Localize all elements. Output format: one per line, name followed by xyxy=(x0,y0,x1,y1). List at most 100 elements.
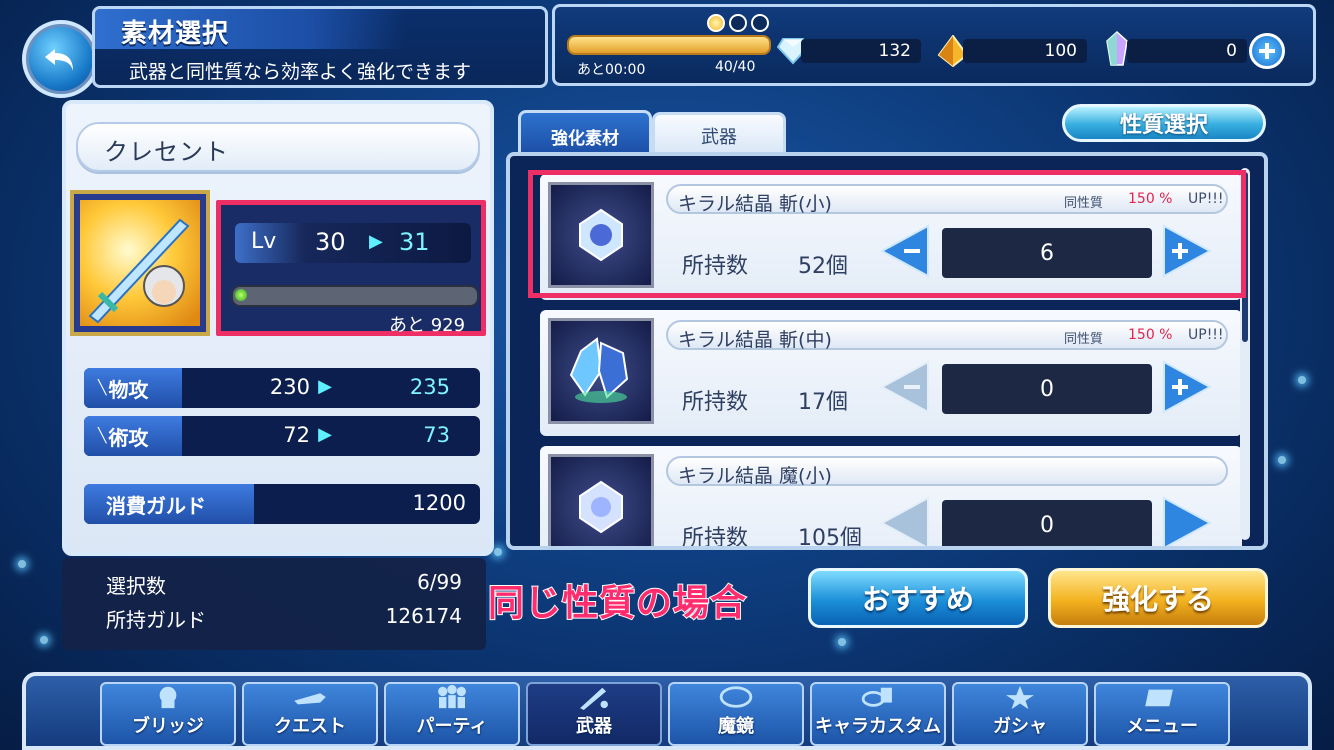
mirror-icon xyxy=(719,686,753,708)
owned-label: 所持数 xyxy=(682,254,749,279)
stat-arrow-icon: ▶ xyxy=(318,376,332,397)
owned-count: 52個 xyxy=(798,254,848,279)
weapon-icon xyxy=(580,687,608,710)
list-item: キラル結晶 斬(小) 同性質 150 % UP!!! 所持数 52個 6 xyxy=(540,174,1242,300)
increase-button[interactable] xyxy=(1162,496,1212,550)
level-label: Lv xyxy=(251,229,277,254)
level-highlight: Lv 30 ▶ 31 あと 929 xyxy=(216,200,486,336)
stamina-dot-icon xyxy=(729,14,747,32)
bottom-nav: ブリッジ クエスト パーティ 武器 魔鏡 キャラカスタム ガシャ メニュー xyxy=(22,672,1312,750)
decrease-button[interactable] xyxy=(880,496,930,550)
decrease-button[interactable] xyxy=(880,360,930,414)
nav-bridge[interactable]: ブリッジ xyxy=(100,682,236,746)
nav-label: 魔鏡 xyxy=(718,716,754,737)
back-button[interactable] xyxy=(22,20,100,98)
weapon-image xyxy=(80,200,200,326)
exp-bar-fill xyxy=(235,289,247,301)
increase-button[interactable] xyxy=(1162,360,1212,414)
sparkle xyxy=(1298,376,1306,384)
stat-from: 230 xyxy=(269,375,310,399)
level-to: 31 xyxy=(399,228,430,256)
increase-button[interactable] xyxy=(1162,224,1212,278)
crystal-count: 100 xyxy=(963,39,1087,63)
minus-icon xyxy=(904,249,920,253)
cost-value: 1200 xyxy=(412,491,466,515)
back-arrow-icon xyxy=(45,49,73,71)
gacha-icon xyxy=(1006,685,1034,710)
sparkle xyxy=(838,638,846,646)
stat-label: ╲ 物攻 xyxy=(84,368,182,408)
owned-label: 所持数 xyxy=(682,390,749,415)
nav-menu[interactable]: メニュー xyxy=(1094,682,1230,746)
sparkle xyxy=(18,560,26,568)
stat-to: 235 xyxy=(409,375,450,399)
sword-icon xyxy=(88,218,190,324)
item-thumbnail xyxy=(548,318,654,424)
enhance-button[interactable]: 強化する xyxy=(1048,568,1268,628)
character-name-plate: クレセント xyxy=(76,122,480,172)
item-name: キラル結晶 魔(小) xyxy=(678,465,832,487)
item-bonus-up: UP!!! xyxy=(1188,191,1224,207)
crystal-magic-icon xyxy=(579,480,623,534)
minus-icon xyxy=(904,385,920,389)
cost-label: 消費ガルド xyxy=(84,484,254,524)
nav-weapon[interactable]: 武器 xyxy=(526,682,662,746)
item-bonus-label: 同性質 xyxy=(1064,196,1104,211)
ring-icon xyxy=(861,687,892,707)
recommend-button[interactable]: おすすめ xyxy=(808,568,1028,628)
stat-from: 72 xyxy=(283,423,310,447)
nav-label: キャラカスタム xyxy=(815,716,941,737)
level-arrow-icon: ▶ xyxy=(369,231,383,252)
nav-label: 武器 xyxy=(576,716,612,737)
list-item: キラル結晶 斬(中) 同性質 150 % UP!!! 所持数 17個 0 xyxy=(540,310,1242,436)
gold-label: 所持ガルド xyxy=(106,608,206,632)
gold-value: 126174 xyxy=(385,604,462,628)
annotation-text: 同じ性質の場合 xyxy=(487,582,748,625)
scrollbar-thumb[interactable] xyxy=(1242,172,1248,342)
crystal-small-icon xyxy=(579,208,623,262)
status-panel: あと00:00 40/40 132 100 0 xyxy=(552,4,1316,86)
page-title: 素材選択 xyxy=(121,19,230,49)
airship-icon xyxy=(294,693,326,705)
stamina-dot-icon xyxy=(707,14,725,32)
stat-to: 73 xyxy=(423,423,450,447)
exp-remaining: あと 929 xyxy=(389,315,466,336)
owned-count: 17個 xyxy=(798,390,848,415)
nav-chara-custom[interactable]: キャラカスタム xyxy=(810,682,946,746)
stamina-bar xyxy=(567,35,771,55)
selected-value: 6/99 xyxy=(417,570,462,594)
quantity-input[interactable]: 0 xyxy=(942,500,1152,546)
stat-row-physical: ╲ 物攻 230 ▶ 235 xyxy=(84,368,480,408)
sparkle xyxy=(494,548,502,556)
plus-icon xyxy=(1259,43,1275,59)
material-list[interactable]: キラル結晶 斬(小) 同性質 150 % UP!!! 所持数 52個 6 キラル… xyxy=(506,152,1268,550)
add-currency-button[interactable] xyxy=(1249,33,1285,69)
page-subtitle: 武器と同性質なら効率よく強化できます xyxy=(129,61,472,83)
stamina-dots xyxy=(707,14,769,32)
character-panel: クレセント Lv 30 ▶ 31 あと 929 ╲ 物攻 230 ▶ 235 ╲… xyxy=(62,100,494,556)
stamina-count: 40/40 xyxy=(715,59,756,75)
nav-party[interactable]: パーティ xyxy=(384,682,520,746)
weapon-thumbnail[interactable] xyxy=(70,190,210,336)
crystal-medium-icon xyxy=(569,337,629,403)
character-name: クレセント xyxy=(104,138,229,166)
list-item: キラル結晶 魔(小) 所持数 105個 0 xyxy=(540,446,1242,550)
bridge-icon xyxy=(159,686,177,709)
level-from: 30 xyxy=(315,228,346,256)
cost-row: 消費ガルド 1200 xyxy=(84,484,480,524)
item-name-plate: キラル結晶 斬(中) 同性質 150 % UP!!! xyxy=(666,320,1228,351)
decrease-button[interactable] xyxy=(880,224,930,278)
party-icon xyxy=(438,684,466,709)
nav-label: パーティ xyxy=(416,716,488,737)
nav-mirror[interactable]: 魔鏡 xyxy=(668,682,804,746)
item-name-plate: キラル結晶 魔(小) xyxy=(666,456,1228,487)
nav-quest[interactable]: クエスト xyxy=(242,682,378,746)
nav-gacha[interactable]: ガシャ xyxy=(952,682,1088,746)
stamina-timer: あと00:00 xyxy=(577,62,646,78)
wand-stat-icon: ╲ xyxy=(98,428,107,444)
quantity-input[interactable]: 6 xyxy=(942,228,1152,278)
tab-weapon[interactable]: 武器 xyxy=(652,112,786,157)
nature-select-button[interactable]: 性質選択 xyxy=(1062,104,1266,142)
item-bonus-label: 同性質 xyxy=(1064,332,1104,347)
quantity-input[interactable]: 0 xyxy=(942,364,1152,414)
